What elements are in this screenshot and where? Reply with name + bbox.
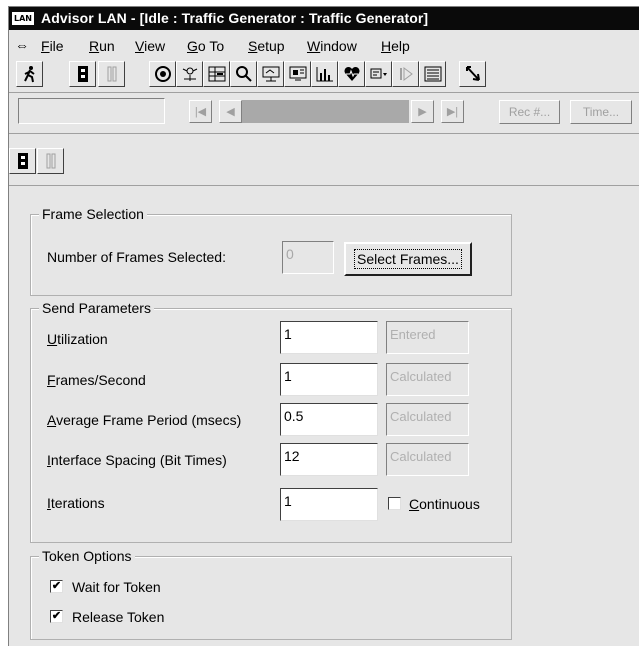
iterations-label: Iterations — [47, 495, 105, 511]
menu-file[interactable]: File — [41, 38, 64, 54]
utilization-status: Entered — [386, 321, 469, 354]
toolbar-divider — [9, 133, 639, 134]
toolbar-divider — [9, 92, 639, 93]
average-frame-period-label: Average Frame Period (msecs) — [47, 412, 242, 428]
pause-icon[interactable] — [37, 148, 64, 174]
start-icon[interactable] — [9, 148, 36, 174]
frames-selected-field: 0 — [282, 241, 334, 274]
menu-bar: ⇔ File Run View Go To Setup Window Help — [9, 34, 639, 56]
record-scrollbar[interactable] — [242, 100, 409, 123]
list-icon[interactable] — [419, 61, 446, 87]
run-toolbar — [9, 148, 639, 178]
interface-spacing-input[interactable]: 12 — [280, 443, 378, 476]
app-icon[interactable]: LAN — [12, 12, 34, 25]
send-parameters-legend: Send Parameters — [39, 300, 154, 316]
filter-icon[interactable] — [176, 61, 203, 87]
select-frames-button[interactable]: Select Frames... — [344, 242, 472, 276]
wait-for-token-checkbox[interactable]: ✔ — [50, 580, 63, 593]
playback-toolbar: |◀ ◀ ▶ ▶| Rec #... Time... — [9, 96, 639, 128]
frames-per-second-status: Calculated — [386, 363, 469, 396]
continuous-label: Continuous — [409, 496, 480, 512]
token-options-legend: Token Options — [39, 548, 135, 564]
utilization-label: Utilization — [47, 331, 108, 347]
menu-run[interactable]: Run — [89, 38, 115, 54]
release-token-checkbox[interactable]: ✔ — [50, 610, 63, 623]
wait-for-token-label: Wait for Token — [72, 579, 161, 595]
frames-selected-label: Number of Frames Selected: — [47, 249, 226, 265]
first-record-icon[interactable]: |◀ — [189, 100, 212, 123]
continuous-checkbox[interactable] — [388, 497, 401, 510]
statistics-icon[interactable] — [203, 61, 230, 87]
title-bar: LAN Advisor LAN - [Idle : Traffic Genera… — [9, 7, 639, 30]
dropdown-icon[interactable] — [365, 61, 392, 87]
heart-icon[interactable] — [338, 61, 365, 87]
start-icon[interactable] — [69, 61, 96, 87]
menu-view[interactable]: View — [135, 38, 165, 54]
pause-icon[interactable] — [98, 61, 125, 87]
decode-icon[interactable] — [284, 61, 311, 87]
menu-window[interactable]: Window — [307, 38, 357, 54]
rec-number-button[interactable]: Rec #... — [499, 100, 560, 124]
run-person-icon[interactable] — [16, 61, 43, 87]
frame-selection-legend: Frame Selection — [39, 206, 147, 222]
average-frame-period-input[interactable]: 0.5 — [280, 403, 378, 436]
capture-icon[interactable] — [257, 61, 284, 87]
menu-goto[interactable]: Go To — [187, 38, 224, 54]
last-record-icon[interactable]: ▶| — [441, 100, 464, 123]
interface-spacing-label: Interface Spacing (Bit Times) — [47, 452, 227, 468]
interface-spacing-status: Calculated — [386, 443, 469, 476]
menu-setup[interactable]: Setup — [248, 38, 285, 54]
token-options-group: Token Options — [30, 548, 512, 640]
time-button[interactable]: Time... — [570, 100, 632, 124]
monitor-icon[interactable] — [149, 61, 176, 87]
release-token-label: Release Token — [72, 609, 165, 625]
pointer-icon[interactable] — [459, 61, 486, 87]
prev-record-icon[interactable]: ◀ — [219, 100, 242, 123]
utilization-input[interactable]: 1 — [280, 321, 378, 354]
toolbar-divider — [9, 185, 639, 186]
average-frame-period-status: Calculated — [386, 403, 469, 436]
app-window: LAN Advisor LAN - [Idle : Traffic Genera… — [8, 6, 639, 646]
bar-chart-icon[interactable] — [311, 61, 338, 87]
window-control-icon[interactable]: ⇔ — [15, 37, 29, 53]
main-toolbar — [9, 60, 639, 90]
window-title: Advisor LAN - [Idle : Traffic Generator … — [41, 10, 429, 26]
iterations-input[interactable]: 1 — [280, 488, 378, 521]
menu-help[interactable]: Help — [381, 38, 410, 54]
search-icon[interactable] — [230, 61, 257, 87]
next-record-icon[interactable]: ▶ — [411, 100, 434, 123]
frames-per-second-input[interactable]: 1 — [280, 363, 378, 396]
frames-per-second-label: Frames/Second — [47, 372, 146, 388]
position-field[interactable] — [18, 98, 165, 124]
play-icon[interactable] — [392, 61, 419, 87]
